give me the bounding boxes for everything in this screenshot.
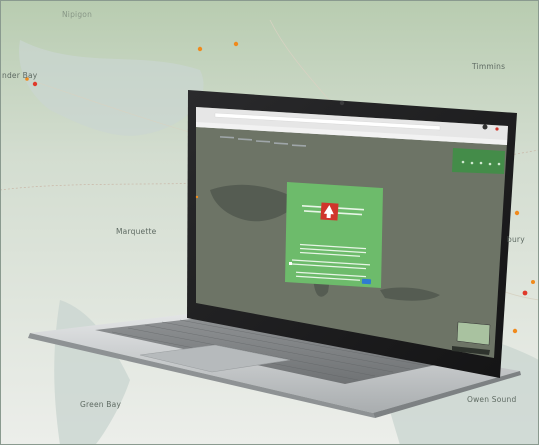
map-marker: [32, 81, 38, 87]
dialog-checkbox: [289, 262, 292, 265]
map-label-owen-sound: Owen Sound: [467, 395, 517, 404]
map-marker: [512, 328, 518, 334]
map-marker: [514, 210, 520, 216]
webcam: [339, 100, 345, 106]
map-marker: [531, 280, 535, 284]
map-label-sudbury: bury: [507, 235, 525, 244]
scene: [0, 0, 539, 445]
browser-profile-icon: [482, 124, 488, 130]
map-marker: [197, 46, 203, 52]
map-label-marquette: Marquette: [116, 227, 157, 236]
dialog-ok-button: [361, 278, 372, 285]
map-label-nipigon: Nipigon: [62, 10, 93, 19]
map-label-thunder-bay: nder Bay: [2, 71, 38, 80]
map-label-timmins: Timmins: [472, 62, 506, 71]
screen-marker: [195, 195, 199, 199]
minimap-thumbnail: [456, 321, 491, 346]
map-marker: [522, 290, 528, 296]
map-marker: [233, 41, 239, 47]
map-toolbar-panel: [452, 148, 505, 174]
browser-extension-icon: [495, 127, 499, 131]
map-label-green-bay: Green Bay: [80, 400, 122, 409]
